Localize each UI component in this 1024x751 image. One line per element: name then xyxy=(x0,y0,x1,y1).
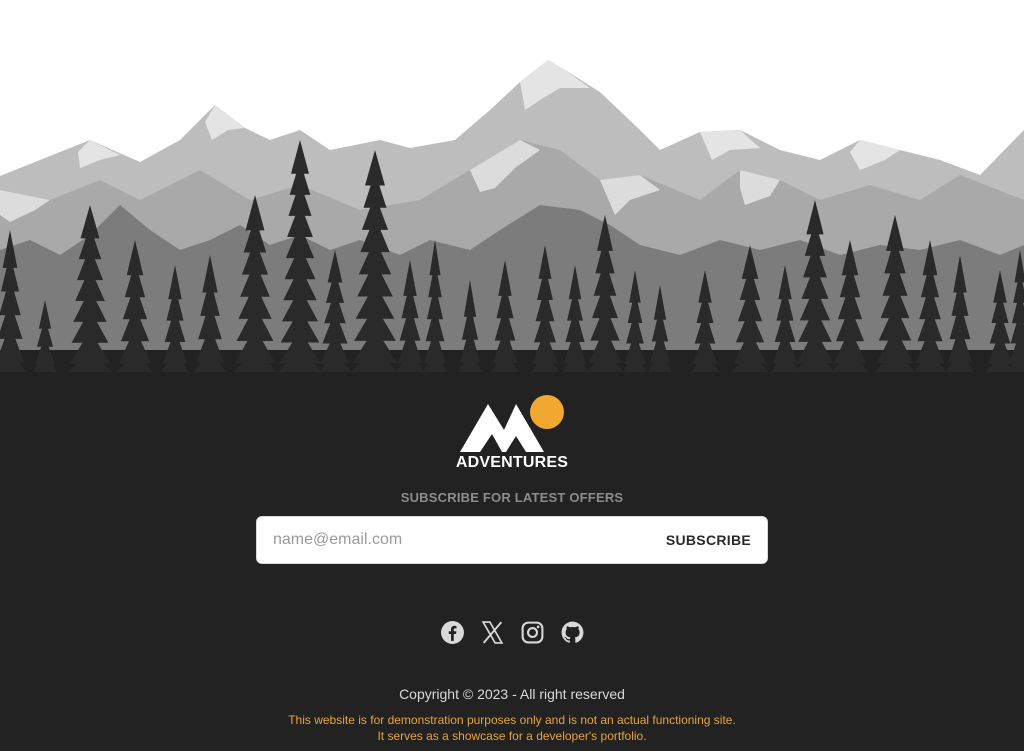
instagram-link[interactable] xyxy=(519,618,545,646)
disclaimer-line-1: This website is for demonstration purpos… xyxy=(288,713,736,727)
adventures-logo[interactable]: ADVENTURES xyxy=(452,390,572,474)
social-links xyxy=(0,618,1024,646)
sun-rays-icon xyxy=(530,395,564,429)
facebook-link[interactable] xyxy=(439,618,465,646)
subscribe-form: SUBSCRIBE xyxy=(256,516,768,564)
disclaimer: This website is for demonstration purpos… xyxy=(0,712,1024,744)
github-icon xyxy=(561,621,583,643)
x-icon xyxy=(481,620,503,644)
email-input[interactable] xyxy=(257,517,654,563)
subscribe-button[interactable]: SUBSCRIBE xyxy=(654,517,767,563)
footer: ADVENTURES SUBSCRIBE FOR LATEST OFFERS S… xyxy=(0,0,1024,751)
github-link[interactable] xyxy=(559,618,585,646)
facebook-icon xyxy=(440,620,464,644)
disclaimer-line-2: It serves as a showcase for a developer'… xyxy=(377,729,647,743)
x-link[interactable] xyxy=(479,618,505,646)
instagram-icon xyxy=(521,621,543,643)
brand-name: ADVENTURES xyxy=(455,454,569,471)
copyright-text: Copyright © 2023 - All right reserved xyxy=(399,686,625,702)
subscribe-heading: SUBSCRIBE FOR LATEST OFFERS xyxy=(400,490,624,505)
mountain-sun-logo-icon xyxy=(460,395,564,452)
